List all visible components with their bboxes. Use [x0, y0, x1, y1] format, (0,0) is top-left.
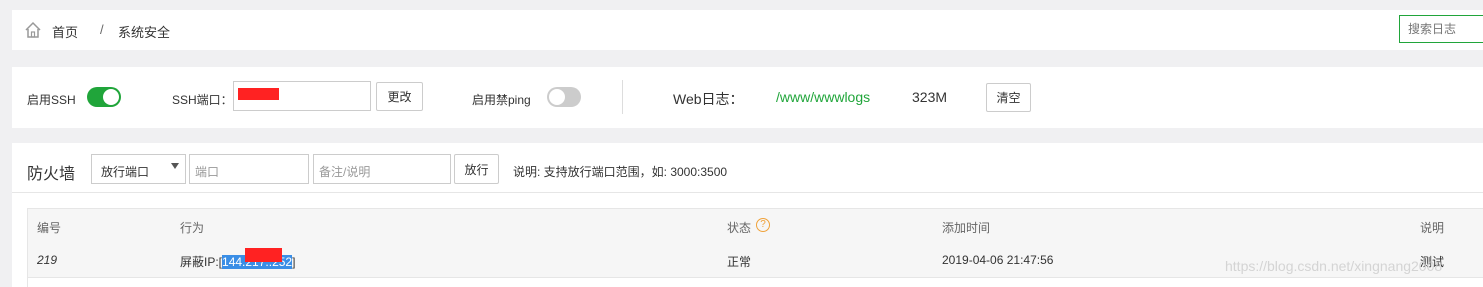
note-input[interactable]: 备注/说明: [313, 154, 451, 184]
ssh-port-input[interactable]: [233, 81, 371, 111]
web-log-label: Web日志：: [673, 91, 744, 107]
firewall-hint: 说明: 支持放行端口范围，如: 3000:3500: [513, 165, 728, 179]
row-status: 正常: [727, 255, 752, 269]
ssh-port-label: SSH端口：: [172, 93, 233, 107]
ping-toggle[interactable]: [547, 87, 581, 107]
firewall-title: 防火墙: [27, 166, 76, 183]
toggle-knob: [103, 89, 119, 105]
web-log-path-link[interactable]: /www/wwwlogs: [776, 89, 870, 105]
note-placeholder: 备注/说明: [319, 165, 371, 179]
table-header: 编号 行为 状态 ? 添加时间 说明: [28, 209, 1483, 244]
web-log-size: 323M: [912, 89, 948, 105]
col-action: 行为: [180, 221, 205, 235]
chevron-down-icon: [171, 163, 179, 169]
firewall-table: 编号 行为 状态 ? 添加时间 说明 219 屏蔽IP:[144.217. .25…: [27, 208, 1483, 287]
col-id: 编号: [37, 221, 62, 235]
ip-start: 144.: [222, 255, 246, 269]
rule-type-value: 放行端口: [101, 165, 150, 179]
divider: [622, 80, 623, 114]
breadcrumb-bar: 首页 / 系统安全: [12, 10, 1483, 50]
redaction-mark: [238, 88, 279, 100]
change-port-button[interactable]: 更改: [376, 82, 423, 111]
watermark: https://blog.csdn.net/xingnang2008: [1225, 258, 1443, 274]
ping-enable-label: 启用禁ping: [472, 93, 531, 107]
settings-panel: 启用SSH SSH端口： 更改 启用禁ping Web日志： /www/wwwl…: [12, 67, 1483, 128]
row-id: 219: [37, 253, 58, 267]
breadcrumb-separator: /: [100, 22, 104, 37]
breadcrumb-home[interactable]: 首页: [52, 22, 78, 41]
help-icon[interactable]: ?: [756, 218, 770, 232]
redaction-mark: [245, 248, 283, 262]
col-added: 添加时间: [942, 221, 991, 235]
action-prefix: 屏蔽IP:[: [180, 255, 223, 269]
port-input[interactable]: 端口: [189, 154, 309, 184]
rule-type-select[interactable]: 放行端口: [91, 154, 186, 184]
divider: [12, 192, 1483, 193]
allow-button[interactable]: 放行: [454, 154, 499, 184]
row-added: 2019-04-06 21:47:56: [942, 253, 1054, 267]
col-note: 说明: [1420, 221, 1445, 235]
row-action: 屏蔽IP:[144.217. .252]: [180, 248, 296, 270]
ssh-enable-label: 启用SSH: [27, 93, 76, 107]
ssh-toggle[interactable]: [87, 87, 121, 107]
col-status: 状态: [727, 221, 752, 235]
clear-log-button[interactable]: 清空: [986, 83, 1031, 112]
toggle-knob: [549, 89, 565, 105]
port-placeholder: 端口: [195, 165, 220, 179]
breadcrumb-current: 系统安全: [118, 25, 171, 40]
search-log-input[interactable]: [1399, 15, 1483, 43]
ip-mid: 217.: [245, 248, 283, 269]
home-icon[interactable]: [24, 21, 42, 39]
action-suffix: ]: [292, 255, 296, 269]
